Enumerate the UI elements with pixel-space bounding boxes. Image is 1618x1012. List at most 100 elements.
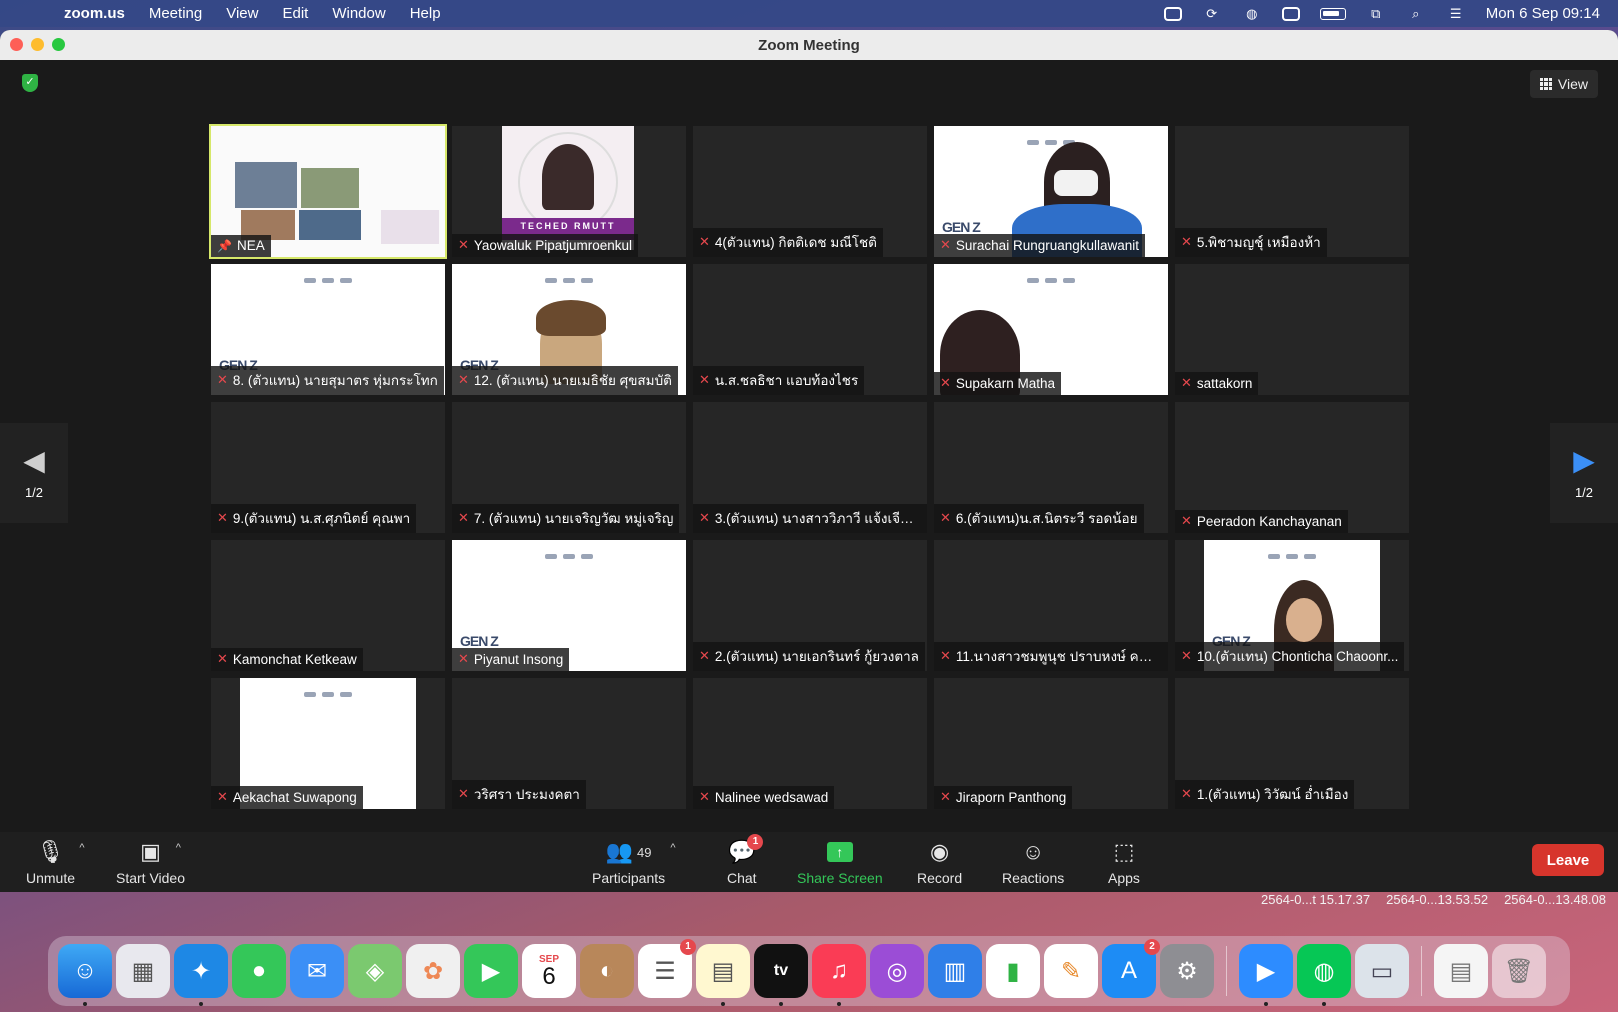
mic-muted-icon: ✕ [217,651,228,666]
security-shield-icon[interactable]: ✓ [22,74,38,92]
downloads-stack-icon[interactable]: ▤ [1434,944,1488,998]
participant-tile[interactable]: GEN Z ✕ 12. (ตัวแทน) นายเมธิชัย ศุขสมบัต… [452,264,686,395]
participant-tile[interactable]: TECHED RMUTT ✕ Yaowaluk Pipatjumroenkul [452,126,686,257]
reactions-button[interactable]: ☺ Reactions [1002,838,1064,886]
next-page-button[interactable]: ▶ 1/2 [1550,423,1618,523]
launchpad-icon[interactable]: ▦ [116,944,170,998]
participant-label: ✕ 1.(ตัวแทน) วิวัฒน์ อ่ำเมือง [1175,780,1355,809]
start-video-label: Start Video [116,870,186,886]
participant-tile[interactable]: GEN Z ✕ Piyanut Insong [452,540,686,671]
participant-tile[interactable]: ✕ 5.พิชามญชุ์ เหมืองห้า [1175,126,1409,257]
participant-tile[interactable]: 📌 NEA [209,124,447,259]
participant-name: 7. (ตัวแทน) นายเจริญวัฒ หมู่เจริญ [473,511,674,526]
dock: ☺ ▦ ✦ ● ✉ ◈ ✿ ▶ SEP 6 ◐ ☰ 1 ▤ tv ♫ ◎ ▥ ▮ … [48,936,1570,1006]
chevron-up-icon[interactable]: ^ [670,842,675,854]
participant-tile[interactable]: ✕ 9.(ตัวแทน) น.ส.ศุภนิตย์ คุณพา [211,402,445,533]
finder-icon[interactable]: ☺ [58,944,112,1006]
participant-tile[interactable]: ✕ 7. (ตัวแทน) นายเจริญวัฒ หมู่เจริญ [452,402,686,533]
podcasts-icon[interactable]: ◎ [870,944,924,998]
apps-button[interactable]: ⬚ Apps [1108,838,1140,886]
participant-tile[interactable]: ✕ 6.(ตัวแทน)น.ส.นิตระวี รอดน้อย [934,402,1168,533]
line-icon[interactable]: ◍ [1297,944,1351,1006]
desktop-file[interactable]: 2564-0...13.48.08 [1504,892,1606,907]
participant-tile[interactable]: ✕ 2.(ตัวแทน) นายเอกรินทร์ กู้ยวงตาล [693,540,927,671]
participant-tile[interactable]: ✕ 1.(ตัวแทน) วิวัฒน์ อ่ำเมือง [1175,678,1409,809]
participant-tile[interactable]: ✕ วริศรา ประมงคตา [452,678,686,809]
calendar-icon[interactable]: SEP 6 [522,944,576,998]
participant-tile[interactable]: ✕ 3.(ตัวแทน) นางสาววิภาวี แจ้งเจียน... [693,402,927,533]
participant-tile[interactable]: ✕ Nalinee wedsawad [693,678,927,809]
zoom-window-button[interactable] [52,38,65,51]
participant-name: Kamonchat Ketkeaw [232,651,357,667]
participant-name: NEA [236,238,265,253]
mail-icon[interactable]: ✉ [290,944,344,998]
record-button[interactable]: ◉ Record [917,838,962,886]
close-window-button[interactable] [10,38,23,51]
participant-tile[interactable]: GEN Z ✕ 10.(ตัวแทน) Chonticha Chaoonr... [1175,540,1409,671]
chevron-up-icon[interactable]: ^ [176,842,181,854]
menu-help[interactable]: Help [398,5,453,22]
system-preferences-icon[interactable]: ⚙ [1160,944,1214,998]
notes-icon[interactable]: ▤ [696,944,750,1006]
sync-icon[interactable]: ⟳ [1202,6,1222,22]
apple-tv-icon[interactable]: tv [754,944,808,1006]
view-button[interactable]: View [1529,70,1598,98]
video-off-icon: ▣ ^ [140,839,181,864]
minimize-window-button[interactable] [31,38,44,51]
pages-icon[interactable]: ✎ [1044,944,1098,998]
line-status-icon[interactable]: ◍ [1242,6,1262,22]
desktop-file[interactable]: 2564-0...t 15.17.37 [1261,892,1370,907]
menu-window[interactable]: Window [320,5,397,22]
start-video-button[interactable]: ▣ ^ Start Video [116,838,185,886]
zoom-icon[interactable]: ▶ [1239,944,1293,1006]
zoom-status-icon[interactable] [1163,6,1182,21]
participant-tile[interactable]: GEN Z ✕ Surachai Rungruangkullawanit [934,126,1168,257]
participant-tile[interactable]: ✕ 11.นางสาวชมพูนุช ปราบหงษ์ คณะ... [934,540,1168,671]
participant-tile[interactable]: ✕ Aekachat Suwapong [211,678,445,809]
spotlight-search-icon[interactable]: ⌕ [1406,6,1426,22]
music-icon[interactable]: ♫ [812,944,866,1006]
share-screen-button[interactable]: ↑ Share Screen [797,838,883,886]
screen-mirroring-icon[interactable]: ⧉ [1366,6,1386,22]
leave-button[interactable]: Leave [1532,844,1604,876]
reminders-icon[interactable]: ☰ 1 [638,939,696,998]
keynote-icon[interactable]: ▥ [928,944,982,998]
participant-tile[interactable]: ✕ Peeradon Kanchayanan [1175,402,1409,533]
preview-icon[interactable]: ▭ [1355,944,1409,998]
participant-name: 10.(ตัวแทน) Chonticha Chaoonr... [1196,649,1399,664]
participant-tile[interactable]: GEN Z ✕ 8. (ตัวแทน) นายสุมาตร หุ่มกระโทก [211,264,445,395]
participants-button[interactable]: 👥 49 ^ Participants [592,838,676,886]
numbers-icon[interactable]: ▮ [986,944,1040,998]
participant-tile[interactable]: ✕ น.ส.ชลธิชา แอบท้องไชร [693,264,927,395]
previous-page-button[interactable]: ◀ 1/2 [0,423,68,523]
app-store-icon[interactable]: A2 [1102,939,1160,998]
menu-clock[interactable]: Mon 6 Sep 09:14 [1486,5,1600,22]
menu-app-name[interactable]: zoom.us [56,5,137,22]
participant-tile[interactable]: ✕ sattakorn [1175,264,1409,395]
participant-tile[interactable]: ✕ Jiraporn Panthong [934,678,1168,809]
control-center-icon[interactable]: ☰ [1446,6,1466,22]
unmute-button[interactable]: 🎙 ^ Unmute [26,838,84,886]
mic-muted-icon: ✕ [458,786,469,801]
trash-icon[interactable]: 🗑 [1492,944,1546,998]
participant-tile[interactable]: ✕ 4(ตัวแทน) กิตติเดช มณีโชติ [693,126,927,257]
facetime-icon[interactable]: ▶ [464,944,518,998]
menu-edit[interactable]: Edit [270,5,320,22]
safari-icon[interactable]: ✦ [174,944,228,1006]
chevron-up-icon[interactable]: ^ [79,842,84,854]
menu-view[interactable]: View [214,5,270,22]
chat-button[interactable]: 💬 1 Chat [727,834,764,886]
battery-icon[interactable] [1319,7,1346,20]
contacts-icon[interactable]: ◐ [580,944,634,998]
participant-tile[interactable]: ✕ Supakarn Matha [934,264,1168,395]
participant-name: 3.(ตัวแทน) นางสาววิภาวี แจ้งเจียน... [714,511,921,526]
participant-label: ✕ Supakarn Matha [934,372,1061,395]
photos-icon[interactable]: ✿ [406,944,460,998]
text-input-icon[interactable] [1281,6,1300,21]
messages-icon[interactable]: ● [232,944,286,998]
desktop-file[interactable]: 2564-0...13.53.52 [1386,892,1488,907]
maps-icon[interactable]: ◈ [348,944,402,998]
participant-label: ✕ น.ส.ชลธิชา แอบท้องไชร [693,366,865,395]
menu-meeting[interactable]: Meeting [137,5,214,22]
participant-tile[interactable]: ✕ Kamonchat Ketkeaw [211,540,445,671]
